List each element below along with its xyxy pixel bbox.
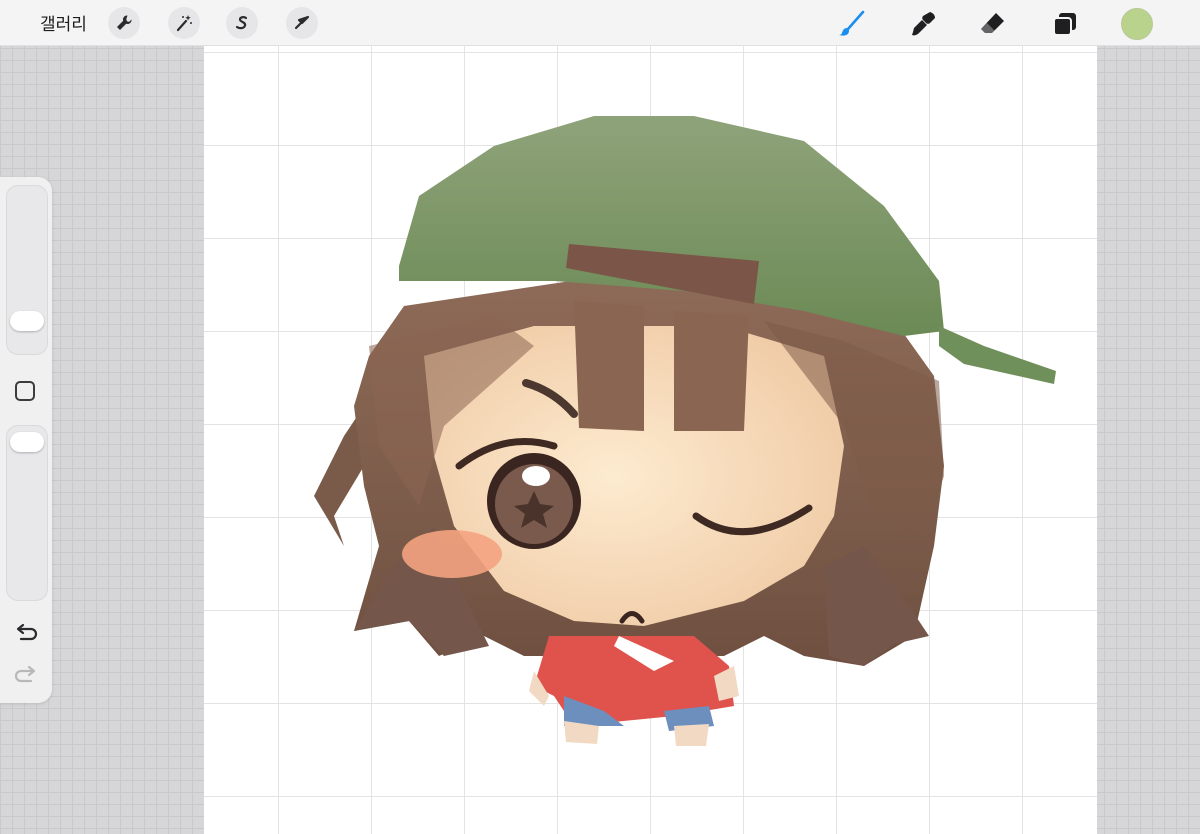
wrench-icon[interactable] xyxy=(108,7,140,39)
transform-arrow-icon[interactable] xyxy=(286,7,318,39)
brush-size-slider[interactable] xyxy=(6,185,48,355)
color-swatch[interactable] xyxy=(1121,8,1153,40)
smudge-icon[interactable] xyxy=(906,7,940,41)
drawing-canvas[interactable] xyxy=(204,46,1097,834)
gallery-button[interactable]: 갤러리 xyxy=(40,10,87,35)
brush-icon[interactable] xyxy=(834,7,868,41)
modify-button[interactable] xyxy=(15,381,35,401)
layers-icon[interactable] xyxy=(1048,7,1082,41)
magic-wand-icon[interactable] xyxy=(168,7,200,39)
brush-size-handle[interactable] xyxy=(10,311,44,331)
chibi-character-artwork xyxy=(314,116,1056,746)
opacity-handle[interactable] xyxy=(10,432,44,452)
undo-icon[interactable] xyxy=(13,623,39,645)
top-toolbar: 갤러리 xyxy=(0,0,1200,46)
eraser-icon[interactable] xyxy=(976,7,1010,41)
opacity-slider[interactable] xyxy=(6,425,48,601)
left-sidebar xyxy=(0,177,52,703)
selection-s-icon[interactable] xyxy=(226,7,258,39)
redo-icon[interactable] xyxy=(13,665,39,687)
